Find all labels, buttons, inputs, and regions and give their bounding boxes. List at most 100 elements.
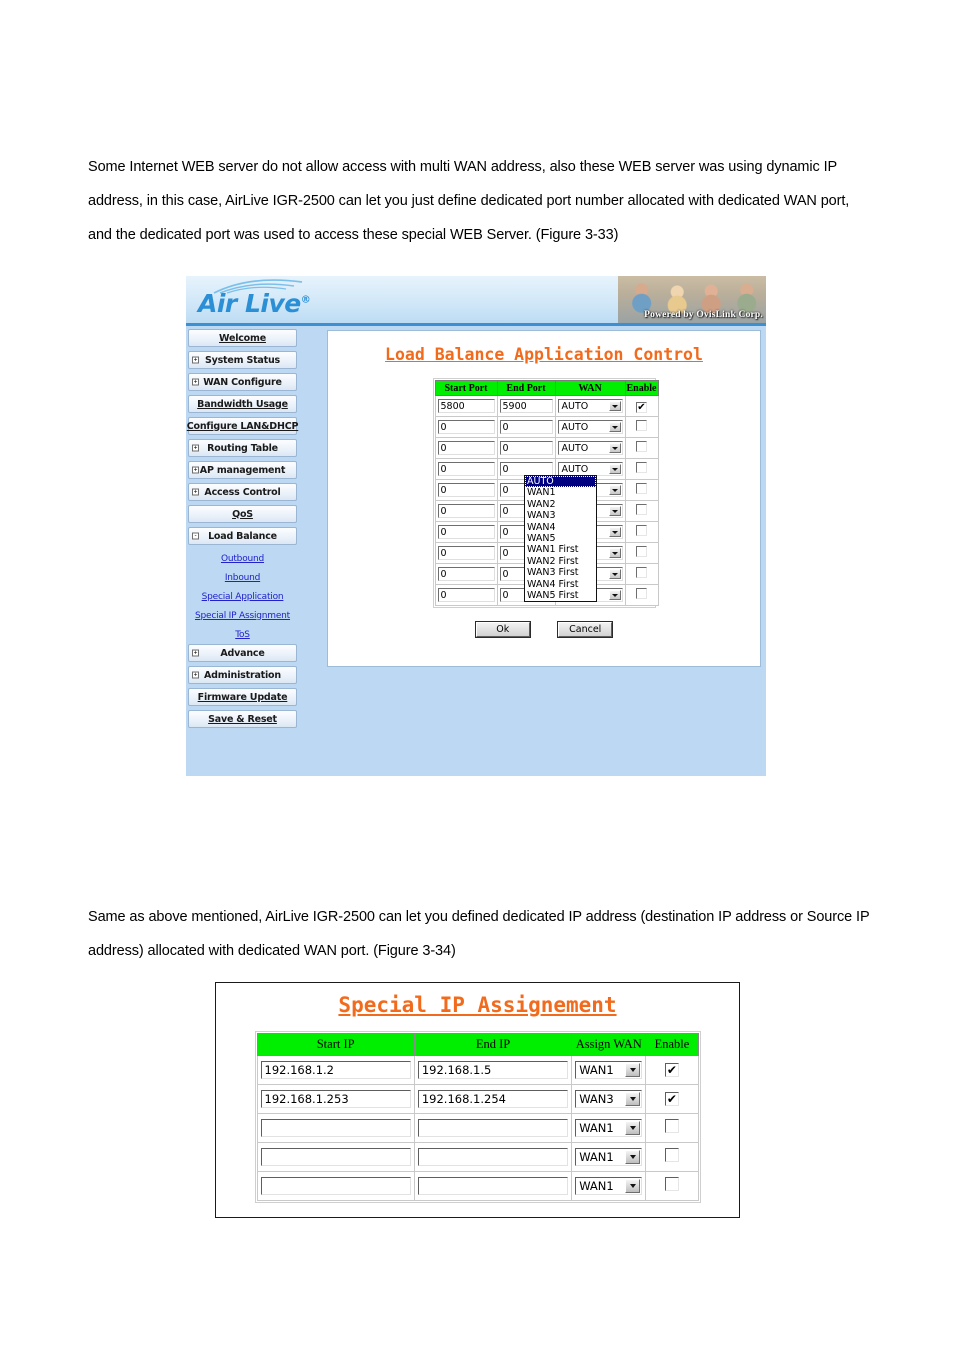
enable-checkbox[interactable]: ✔ bbox=[636, 402, 647, 413]
expand-plus-icon[interactable]: + bbox=[192, 444, 199, 452]
sidebar-item-system-status[interactable]: + System Status bbox=[188, 351, 297, 369]
end-port-input[interactable]: 0 bbox=[499, 462, 553, 476]
sidebar-item-ap-management[interactable]: + AP management bbox=[188, 461, 297, 479]
start-ip-input[interactable] bbox=[260, 1148, 411, 1166]
enable-checkbox[interactable] bbox=[636, 567, 647, 578]
enable-checkbox[interactable] bbox=[636, 588, 647, 599]
start-port-input[interactable]: 0 bbox=[437, 588, 495, 602]
chevron-down-icon[interactable] bbox=[608, 506, 621, 516]
end-ip-input[interactable]: 192.168.1.5 bbox=[417, 1061, 569, 1079]
enable-checkbox[interactable] bbox=[664, 1176, 679, 1191]
expand-plus-icon[interactable]: + bbox=[192, 466, 199, 474]
chevron-down-icon[interactable] bbox=[625, 1063, 641, 1077]
enable-checkbox[interactable] bbox=[664, 1118, 679, 1133]
dropdown-option-auto[interactable]: AUTO bbox=[525, 476, 596, 488]
wan-dropdown-open-list[interactable]: AUTO WAN1 WAN2 WAN3 WAN4 WAN5 WAN1 First… bbox=[524, 475, 597, 603]
chevron-down-icon[interactable] bbox=[625, 1150, 641, 1164]
wan-select[interactable]: AUTO bbox=[557, 399, 623, 413]
wan-select[interactable]: AUTO bbox=[557, 441, 623, 455]
enable-checkbox[interactable] bbox=[636, 462, 647, 473]
sidebar-item-firmware-update[interactable]: Firmware Update bbox=[188, 688, 297, 706]
enable-checkbox[interactable] bbox=[636, 441, 647, 452]
start-ip-input[interactable]: 192.168.1.253 bbox=[260, 1090, 411, 1108]
start-ip-input[interactable] bbox=[260, 1119, 411, 1137]
sidebar-subitem-special-application[interactable]: Special Application bbox=[188, 587, 297, 606]
expand-plus-icon[interactable]: + bbox=[192, 671, 199, 679]
dropdown-option-wan5-first[interactable]: WAN5 First bbox=[525, 590, 596, 601]
assign-wan-select[interactable]: WAN1 bbox=[575, 1061, 643, 1079]
chevron-down-icon[interactable] bbox=[608, 548, 621, 558]
sidebar-item-access-control[interactable]: + Access Control bbox=[188, 483, 297, 501]
wan-select[interactable]: AUTO bbox=[557, 420, 623, 434]
enable-checkbox[interactable]: ✔ bbox=[664, 1092, 679, 1106]
end-port-input[interactable]: 0 bbox=[499, 441, 553, 455]
end-ip-input[interactable] bbox=[417, 1119, 569, 1137]
dropdown-option-wan3-first[interactable]: WAN3 First bbox=[525, 567, 596, 578]
dropdown-option-wan5[interactable]: WAN5 bbox=[525, 533, 596, 544]
dropdown-option-wan4-first[interactable]: WAN4 First bbox=[525, 579, 596, 590]
sidebar-item-wan-configure[interactable]: + WAN Configure bbox=[188, 373, 297, 391]
enable-checkbox[interactable] bbox=[636, 525, 647, 536]
sidebar-subitem-outbound[interactable]: Outbound bbox=[188, 549, 297, 568]
start-port-input[interactable]: 0 bbox=[437, 483, 495, 497]
chevron-down-icon[interactable] bbox=[608, 485, 621, 495]
chevron-down-icon[interactable] bbox=[608, 464, 621, 474]
start-port-input[interactable]: 0 bbox=[437, 462, 495, 476]
expand-plus-icon[interactable]: + bbox=[192, 378, 199, 386]
start-port-input[interactable]: 0 bbox=[437, 525, 495, 539]
sidebar-subitem-special-ip-assignment[interactable]: Special IP Assignment bbox=[188, 606, 297, 625]
assign-wan-select[interactable]: WAN1 bbox=[575, 1148, 643, 1166]
start-port-input[interactable]: 0 bbox=[437, 546, 495, 560]
chevron-down-icon[interactable] bbox=[608, 527, 621, 537]
start-port-input[interactable]: 0 bbox=[437, 567, 495, 581]
start-ip-input[interactable]: 192.168.1.2 bbox=[260, 1061, 411, 1079]
chevron-down-icon[interactable] bbox=[608, 401, 621, 411]
chevron-down-icon[interactable] bbox=[625, 1121, 641, 1135]
sidebar-item-welcome[interactable]: Welcome bbox=[188, 329, 297, 347]
chevron-down-icon[interactable] bbox=[608, 443, 621, 453]
chevron-down-icon[interactable] bbox=[625, 1179, 641, 1193]
enable-checkbox[interactable] bbox=[636, 483, 647, 494]
dropdown-option-wan2[interactable]: WAN2 bbox=[525, 499, 596, 510]
end-ip-input[interactable] bbox=[417, 1177, 569, 1195]
dropdown-option-wan4[interactable]: WAN4 bbox=[525, 522, 596, 533]
end-ip-input[interactable] bbox=[417, 1148, 569, 1166]
chevron-down-icon[interactable] bbox=[608, 422, 621, 432]
sidebar-item-load-balance[interactable]: - Load Balance bbox=[188, 527, 297, 545]
sidebar-item-bandwidth-usage[interactable]: Bandwidth Usage bbox=[188, 395, 297, 413]
end-ip-input[interactable]: 192.168.1.254 bbox=[417, 1090, 569, 1108]
sidebar-item-advance[interactable]: + Advance bbox=[188, 644, 297, 662]
chevron-down-icon[interactable] bbox=[625, 1092, 641, 1106]
sidebar-item-qos[interactable]: QoS bbox=[188, 505, 297, 523]
start-ip-input[interactable] bbox=[260, 1177, 411, 1195]
assign-wan-select[interactable]: WAN3 bbox=[575, 1090, 643, 1108]
dropdown-option-wan3[interactable]: WAN3 bbox=[525, 510, 596, 521]
start-port-input[interactable]: 5800 bbox=[437, 399, 495, 413]
start-port-input[interactable]: 0 bbox=[437, 420, 495, 434]
sidebar-subitem-inbound[interactable]: Inbound bbox=[188, 568, 297, 587]
collapse-minus-icon[interactable]: - bbox=[192, 532, 199, 540]
end-port-input[interactable]: 5900 bbox=[499, 399, 553, 413]
enable-checkbox[interactable] bbox=[636, 546, 647, 557]
start-port-input[interactable]: 0 bbox=[437, 441, 495, 455]
expand-plus-icon[interactable]: + bbox=[192, 356, 199, 364]
end-port-input[interactable]: 0 bbox=[499, 420, 553, 434]
ok-button[interactable]: Ok bbox=[475, 622, 530, 637]
assign-wan-select[interactable]: WAN1 bbox=[575, 1119, 643, 1137]
wan-select[interactable]: AUTO bbox=[557, 462, 623, 476]
enable-checkbox[interactable] bbox=[636, 420, 647, 431]
sidebar-item-save-reset[interactable]: Save & Reset bbox=[188, 710, 297, 728]
chevron-down-icon[interactable] bbox=[608, 569, 621, 579]
enable-checkbox[interactable] bbox=[636, 504, 647, 515]
enable-checkbox[interactable]: ✔ bbox=[664, 1063, 679, 1077]
start-port-input[interactable]: 0 bbox=[437, 504, 495, 518]
expand-plus-icon[interactable]: + bbox=[192, 488, 199, 496]
expand-plus-icon[interactable]: + bbox=[192, 649, 199, 657]
sidebar-item-configure-lan-dhcp[interactable]: Configure LAN&DHCP bbox=[187, 417, 298, 435]
dropdown-option-wan2-first[interactable]: WAN2 First bbox=[525, 556, 596, 567]
assign-wan-select[interactable]: WAN1 bbox=[575, 1177, 643, 1195]
dropdown-option-wan1-first[interactable]: WAN1 First bbox=[525, 544, 596, 555]
dropdown-option-wan1[interactable]: WAN1 bbox=[525, 487, 596, 498]
chevron-down-icon[interactable] bbox=[608, 590, 621, 600]
sidebar-item-administration[interactable]: + Administration bbox=[188, 666, 297, 684]
